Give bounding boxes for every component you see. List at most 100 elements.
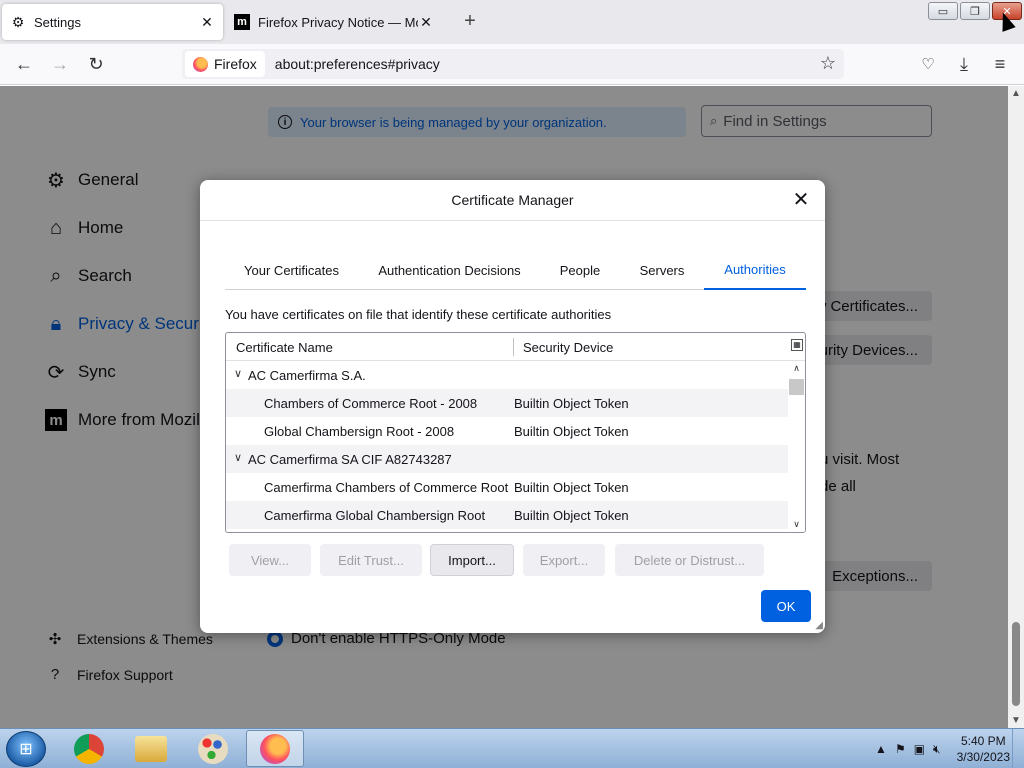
- identity-box[interactable]: Firefox: [185, 51, 265, 77]
- tree-header: Certificate Name Security Device ▦: [226, 333, 805, 361]
- certificate-manager-dialog: Certificate Manager ✕ Your Certificates …: [200, 180, 825, 633]
- table-row[interactable]: Camerfirma Global Chambersign Root Built…: [226, 501, 788, 529]
- column-certificate-name[interactable]: Certificate Name: [236, 340, 333, 355]
- reload-button[interactable]: ↻: [84, 52, 108, 76]
- tab-strip: ⚙ Settings ✕ m Firefox Privacy Notice — …: [0, 0, 1024, 44]
- taskbar-chrome[interactable]: [60, 730, 118, 767]
- download-icon: ⤓: [960, 53, 968, 74]
- page-scrollbar[interactable]: ▲ ▼: [1008, 86, 1024, 728]
- identity-label: Firefox: [214, 56, 257, 72]
- clock[interactable]: 5:40 PM 3/30/2023: [957, 733, 1010, 765]
- taskbar-firefox[interactable]: [246, 730, 304, 767]
- chevron-down-icon[interactable]: ∨: [234, 451, 242, 464]
- tab-privacy-notice[interactable]: m Firefox Privacy Notice — Mozilla ✕: [226, 4, 442, 40]
- column-picker-icon[interactable]: ▦: [791, 339, 803, 351]
- reload-icon: ↻: [88, 53, 104, 74]
- restore-button[interactable]: ❐: [960, 2, 990, 20]
- clock-time: 5:40 PM: [960, 734, 1006, 748]
- import-button[interactable]: Import...: [430, 544, 514, 576]
- ok-button[interactable]: OK: [761, 590, 811, 622]
- clock-date: 3/30/2023: [956, 750, 1010, 764]
- downloads-button[interactable]: ⤓: [952, 52, 976, 76]
- certificate-tree[interactable]: Certificate Name Security Device ▦ ∨ AC …: [225, 332, 806, 533]
- cert-name: AC Camerfirma SA CIF A82743287: [248, 452, 452, 467]
- tab-settings[interactable]: ⚙ Settings ✕: [2, 4, 223, 40]
- gear-icon: ⚙: [11, 13, 25, 30]
- cert-device: Builtin Object Token: [514, 396, 629, 411]
- navigation-toolbar: ← → ↻ Firefox about:preferences#privacy …: [0, 44, 1024, 85]
- pocket-button[interactable]: ♡: [916, 52, 940, 76]
- firefox-icon: [193, 56, 208, 72]
- new-tab-button[interactable]: +: [458, 10, 482, 33]
- scrollbar-thumb[interactable]: [789, 379, 804, 395]
- windows-logo-icon: ⊞: [19, 741, 33, 758]
- windows-taskbar: ⊞ ▲ ⚑ ▣ 🔇︎ 5:40 PM 3/30/2023: [0, 728, 1024, 768]
- network-icon[interactable]: ▣: [914, 742, 925, 756]
- close-tab-icon[interactable]: ✕: [418, 14, 434, 31]
- close-icon[interactable]: ✕: [791, 190, 811, 210]
- chrome-icon: [74, 733, 104, 764]
- menu-button[interactable]: ≡: [988, 52, 1012, 76]
- scrollbar-thumb[interactable]: [1012, 622, 1020, 706]
- arrow-right-icon: →: [51, 53, 69, 74]
- hamburger-menu-icon: ≡: [994, 53, 1006, 74]
- delete-or-distrust-button[interactable]: Delete or Distrust...: [615, 544, 764, 576]
- tab-your-certificates[interactable]: Your Certificates: [225, 250, 358, 290]
- column-separator[interactable]: [513, 338, 514, 356]
- show-hidden-icons-icon[interactable]: ▲: [875, 742, 887, 756]
- url-text[interactable]: about:preferences#privacy: [275, 56, 440, 72]
- table-row[interactable]: ∨ AC Camerfirma S.A.: [226, 361, 788, 389]
- mozilla-m-icon: m: [234, 14, 250, 30]
- arrow-left-icon: ←: [15, 53, 33, 74]
- cert-name: Chambers of Commerce Root - 2008: [264, 396, 478, 411]
- table-row[interactable]: Camerfirma Chambers of Commerce Root Bui…: [226, 473, 788, 501]
- edit-trust-button[interactable]: Edit Trust...: [320, 544, 422, 576]
- taskbar-file-explorer[interactable]: [122, 730, 180, 767]
- cert-name: AC Camerfirma S.A.: [248, 368, 366, 383]
- tab-authorities[interactable]: Authorities: [704, 250, 806, 290]
- bookmark-star-icon[interactable]: ☆: [820, 53, 836, 74]
- view-button[interactable]: View...: [229, 544, 311, 576]
- back-button[interactable]: ←: [12, 52, 36, 76]
- tab-authentication-decisions[interactable]: Authentication Decisions: [366, 250, 533, 290]
- resize-grip-icon[interactable]: ◢: [815, 620, 823, 631]
- volume-muted-icon[interactable]: 🔇︎: [933, 742, 941, 757]
- tab-label: Settings: [34, 14, 81, 30]
- chevron-down-icon[interactable]: ∨: [234, 367, 242, 380]
- cert-name: Global Chambersign Root - 2008: [264, 424, 455, 439]
- authorities-description: You have certificates on file that ident…: [225, 307, 612, 322]
- certificate-tabs: Your Certificates Authentication Decisio…: [225, 250, 806, 290]
- table-row[interactable]: ∨ AC Camerfirma SA CIF A82743287: [226, 445, 788, 473]
- cert-device: Builtin Object Token: [514, 480, 629, 495]
- pocket-icon: ♡: [921, 56, 935, 73]
- system-tray: ▲ ⚑ ▣ 🔇︎ 5:40 PM 3/30/2023: [875, 733, 1010, 765]
- scroll-down-arrow-icon[interactable]: ▼: [1008, 715, 1024, 726]
- taskbar-paint[interactable]: [184, 730, 242, 767]
- paint-palette-icon: [198, 733, 228, 764]
- scroll-up-arrow-icon[interactable]: ∧: [788, 363, 805, 374]
- folder-icon: [135, 735, 167, 762]
- tree-scrollbar[interactable]: ∧ ∨: [788, 361, 805, 532]
- table-row[interactable]: Global Chambersign Root - 2008 Builtin O…: [226, 417, 788, 445]
- cert-name: Camerfirma Chambers of Commerce Root: [264, 480, 509, 495]
- export-button[interactable]: Export...: [523, 544, 605, 576]
- cert-device: Builtin Object Token: [514, 508, 629, 523]
- dialog-title: Certificate Manager: [200, 180, 825, 221]
- cert-device: Builtin Object Token: [514, 424, 629, 439]
- forward-button[interactable]: →: [48, 52, 72, 76]
- tab-label: Firefox Privacy Notice — Mozilla: [258, 14, 418, 30]
- scroll-down-arrow-icon[interactable]: ∨: [788, 519, 805, 530]
- close-tab-icon[interactable]: ✕: [199, 14, 215, 31]
- tab-people[interactable]: People: [545, 250, 615, 290]
- minimize-button[interactable]: ▭: [928, 2, 958, 20]
- cert-name: Camerfirma Global Chambersign Root: [264, 508, 486, 523]
- action-center-flag-icon[interactable]: ⚑: [895, 742, 906, 756]
- scroll-up-arrow-icon[interactable]: ▲: [1008, 88, 1024, 99]
- table-row[interactable]: Chambers of Commerce Root - 2008 Builtin…: [226, 389, 788, 417]
- show-desktop-button[interactable]: [1012, 729, 1024, 768]
- windows-start-button[interactable]: ⊞: [6, 731, 46, 767]
- column-security-device[interactable]: Security Device: [523, 340, 613, 355]
- tab-servers[interactable]: Servers: [625, 250, 699, 290]
- url-bar[interactable]: Firefox about:preferences#privacy ☆: [182, 49, 844, 79]
- tree-rows: ∨ AC Camerfirma S.A. Chambers of Commerc…: [226, 361, 788, 529]
